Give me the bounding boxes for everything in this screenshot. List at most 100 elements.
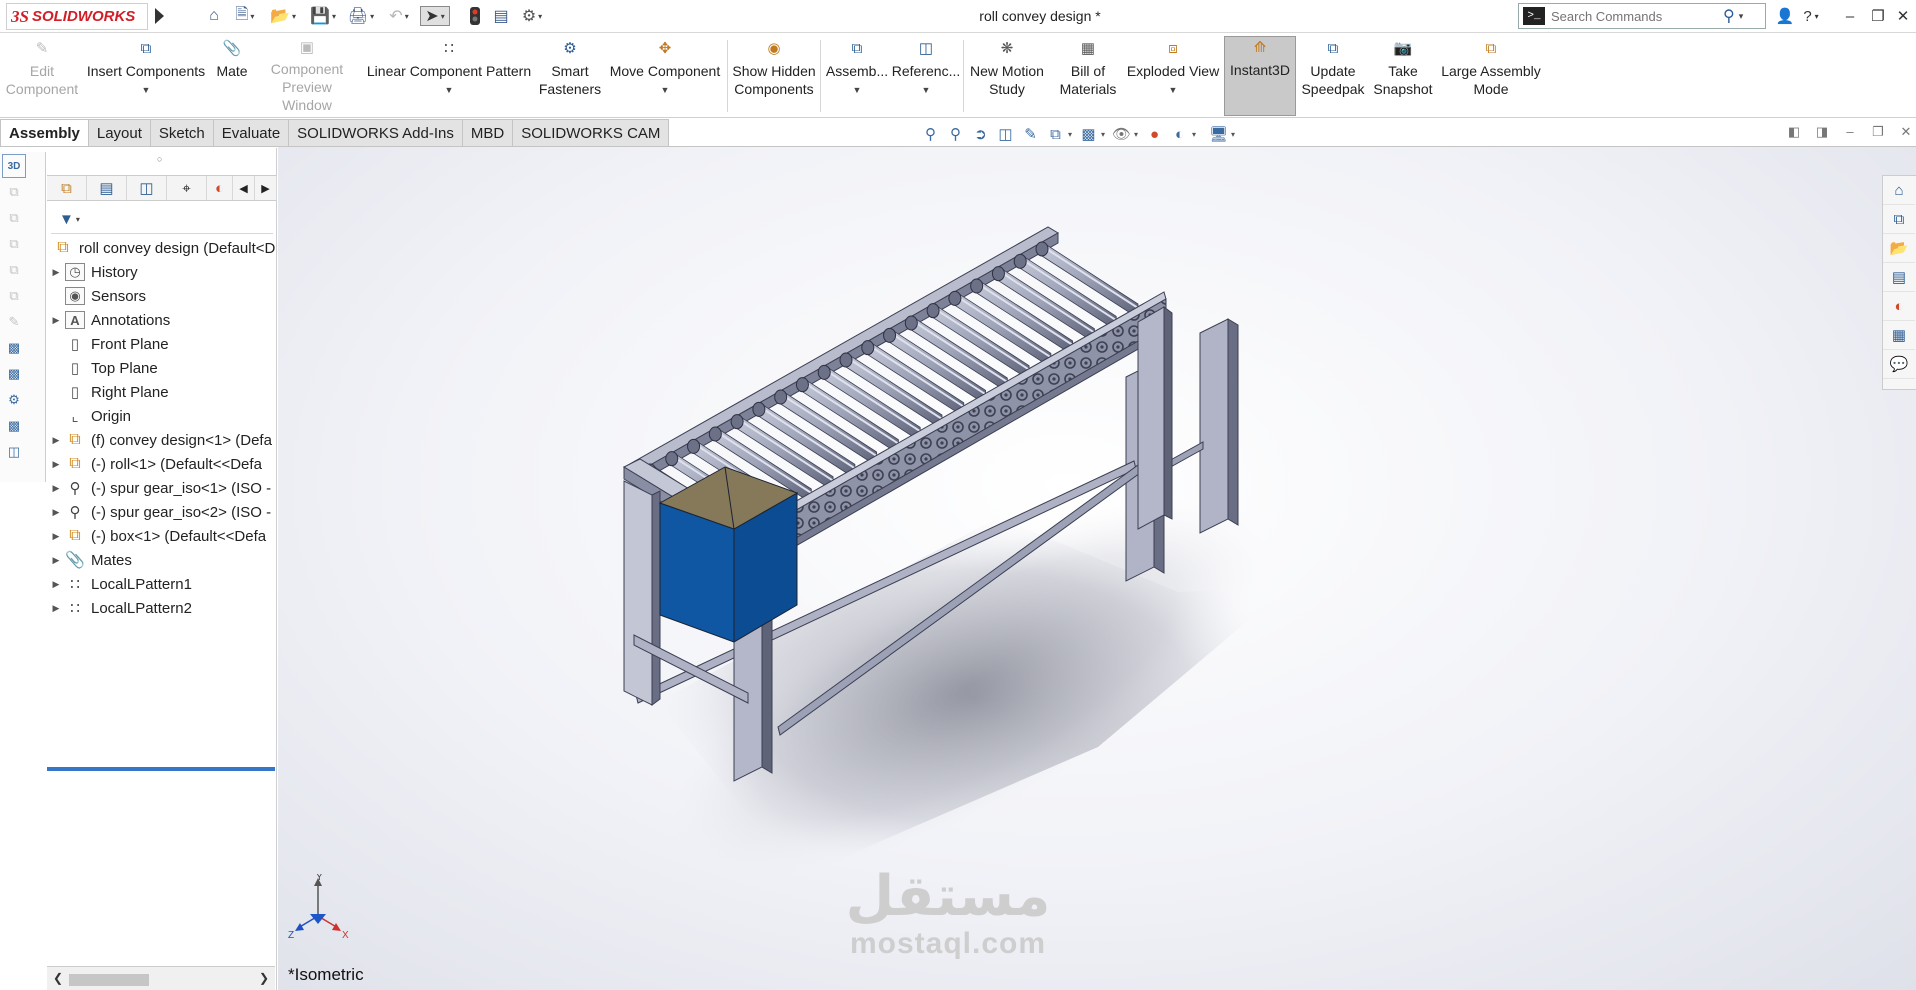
display-style-icon[interactable]: ▩ [1076,123,1101,145]
gear-part-icon[interactable]: ⚙ [2,388,26,412]
dynamic-annotation-icon[interactable]: ✎ [1018,123,1043,145]
search-icon[interactable]: ⚲ [1723,6,1735,26]
tree-item-spur-gear-2[interactable]: ▶ ⚲ (-) spur gear_iso<2> (ISO - [47,500,275,524]
file-explorer-icon[interactable]: 📂 [1883,234,1915,263]
smart-fasteners-button[interactable]: ⚙ Smart Fasteners [536,38,604,114]
viewport-tile-right-icon[interactable]: ◨ [1808,124,1836,140]
sketch-icon[interactable]: ✎ [2,310,26,334]
viewport-tile-left-icon[interactable]: ◧ [1780,124,1808,140]
help-icon[interactable]: ? ▾ [1796,5,1826,27]
chevron-down-icon[interactable]: ▾ [1134,130,1142,139]
expand-arrow-icon[interactable]: ▶ [47,315,65,326]
chevron-down-icon[interactable]: ▾ [1231,130,1239,139]
restore-icon[interactable]: ❐ [1864,5,1892,27]
chevron-down-icon[interactable]: ▼ [445,81,454,99]
take-snapshot-button[interactable]: 📷 Take Snapshot [1370,38,1436,114]
tree-item-right-plane[interactable]: ▯ Right Plane [47,380,275,404]
section-view-icon[interactable]: ◫ [993,123,1018,145]
expand-arrow-icon[interactable]: ▶ [47,267,65,278]
tree-item-annotations[interactable]: ▶ A Annotations [47,308,275,332]
undo-icon[interactable]: ↶ ▾ [384,6,414,26]
tree-item-sensors[interactable]: ◉ Sensors [47,284,275,308]
expand-arrow-icon[interactable]: ▶ [47,531,65,542]
linear-component-pattern-button[interactable]: ∷ Linear Component Pattern ▼ [364,38,534,114]
view-palette-icon[interactable]: ▤ [1883,263,1915,292]
solidworks-logo[interactable]: 3S SOLIDWORKS [6,3,148,30]
edit-component-button[interactable]: ✎ Edit Component [2,38,82,114]
expand-arrow-icon[interactable]: ▶ [47,579,65,590]
custom-properties-icon[interactable]: ▦ [1883,321,1915,350]
minimize-icon[interactable]: – [1836,5,1864,27]
tab-layout[interactable]: Layout [88,119,151,147]
options-gear-icon[interactable]: ⚙ ▾ [516,6,548,26]
rollback-bar[interactable] [47,767,275,771]
display-manager-tab-icon[interactable]: ◐ [207,176,233,200]
reference-geometry-icon[interactable]: ◫ [2,440,26,464]
expand-arrow-icon[interactable]: ▶ [47,603,65,614]
panel-collapse-handle[interactable]: ○ [157,154,162,164]
edit-appearance-icon[interactable]: ● [1142,123,1167,145]
tab-scroll-right-icon[interactable]: ▶ [255,176,277,200]
scroll-right-icon[interactable]: ❯ [259,971,269,985]
open-folder-icon[interactable]: 📂 ▾ [266,6,300,26]
component-icon[interactable]: ⧉ [2,180,26,204]
component-preview-window-button[interactable]: ▣ Component Preview Window [258,38,356,114]
graphics-area[interactable]: Y X Z مستقل mostaql.com *Isometric [278,147,1916,990]
tab-solidworks-cam[interactable]: SOLIDWORKS CAM [513,119,670,147]
hide-show-items-icon[interactable]: 👁 [1109,123,1134,145]
expand-arrow-icon[interactable]: ▶ [47,483,65,494]
tab-mbd[interactable]: MBD [462,119,514,147]
3d-view-icon[interactable]: 3D [2,154,26,178]
component-icon[interactable]: ⧉ [2,206,26,230]
roller-conveyor-model[interactable] [278,147,1916,990]
viewport-close-icon[interactable]: ✕ [1892,124,1916,140]
tab-sketch[interactable]: Sketch [150,119,214,147]
new-motion-study-button[interactable]: ❋ New Motion Study [966,38,1048,114]
tree-item-box[interactable]: ▶ ⧉ (-) box<1> (Default<<Defa [47,524,275,548]
property-manager-tab-icon[interactable]: ▤ [87,176,127,200]
tree-item-top-plane[interactable]: ▯ Top Plane [47,356,275,380]
save-icon[interactable]: 💾 ▾ [306,6,340,26]
mate-button[interactable]: 📎 Mate [208,38,256,114]
expand-arrow-icon[interactable]: ▶ [47,435,65,446]
expand-arrow-icon[interactable]: ▶ [47,507,65,518]
view-settings-icon[interactable]: 🖥 [1206,123,1231,145]
chevron-down-icon[interactable]: ▾ [1192,130,1200,139]
viewport-minimize-icon[interactable]: – [1836,124,1864,140]
chevron-down-icon[interactable]: ▾ [1068,130,1076,139]
tree-root-assembly[interactable]: ⧉ roll convey design (Default<D [47,236,275,260]
tab-solidworks-addins[interactable]: SOLIDWORKS Add-Ins [289,119,463,147]
viewport-restore-icon[interactable]: ❐ [1864,124,1892,140]
zoom-to-fit-icon[interactable]: ⚲ [918,123,943,145]
design-library-icon[interactable]: ⧉ [1883,205,1915,234]
home-icon[interactable]: ⌂ [200,6,228,26]
zoom-to-area-icon[interactable]: ⚲ [943,123,968,145]
part-icon[interactable]: ▩ [2,414,26,438]
appearances-scenes-icon[interactable]: ◐ [1883,292,1915,321]
tree-horizontal-scrollbar[interactable]: ❮ ❯ [47,966,275,990]
dimxpert-manager-tab-icon[interactable]: ⌖ [167,176,207,200]
tree-item-locallpattern1[interactable]: ▶ ∷ LocalLPattern1 [47,572,275,596]
tree-item-front-plane[interactable]: ▯ Front Plane [47,332,275,356]
chevron-down-icon[interactable]: ▼ [853,81,862,99]
previous-view-icon[interactable]: ➲ [968,123,993,145]
bill-of-materials-button[interactable]: ▦ Bill of Materials [1050,38,1126,114]
tree-item-spur-gear-1[interactable]: ▶ ⚲ (-) spur gear_iso<1> (ISO - [47,476,275,500]
assembly-features-button[interactable]: ⧉ Assemb... ▼ [824,38,890,114]
chevron-down-icon[interactable]: ▼ [1169,81,1178,99]
search-commands-input[interactable] [1551,8,1721,24]
expand-arrow-icon[interactable]: ▶ [47,459,65,470]
instant3d-button[interactable]: ⟰ Instant3D [1224,36,1296,116]
scrollbar-thumb[interactable] [69,974,149,986]
tree-item-mates[interactable]: ▶ 📎 Mates [47,548,275,572]
move-component-button[interactable]: ✥ Move Component ▼ [606,38,724,114]
tree-item-roll[interactable]: ▶ ⧉ (-) roll<1> (Default<<Defa [47,452,275,476]
print-icon[interactable]: 🖨 ▾ [344,6,378,26]
tree-item-history[interactable]: ▶ ◷ History [47,260,275,284]
chevron-down-icon[interactable]: ▼ [661,81,670,99]
show-hidden-components-button[interactable]: ◉ Show Hidden Components [730,38,818,114]
large-assembly-mode-button[interactable]: ⧉ Large Assembly Mode [1438,38,1544,114]
search-dropdown-icon[interactable]: ▾ [1739,11,1744,22]
part-icon[interactable]: ▩ [2,336,26,360]
update-speedpak-button[interactable]: ⧉ Update Speedpak [1298,38,1368,114]
